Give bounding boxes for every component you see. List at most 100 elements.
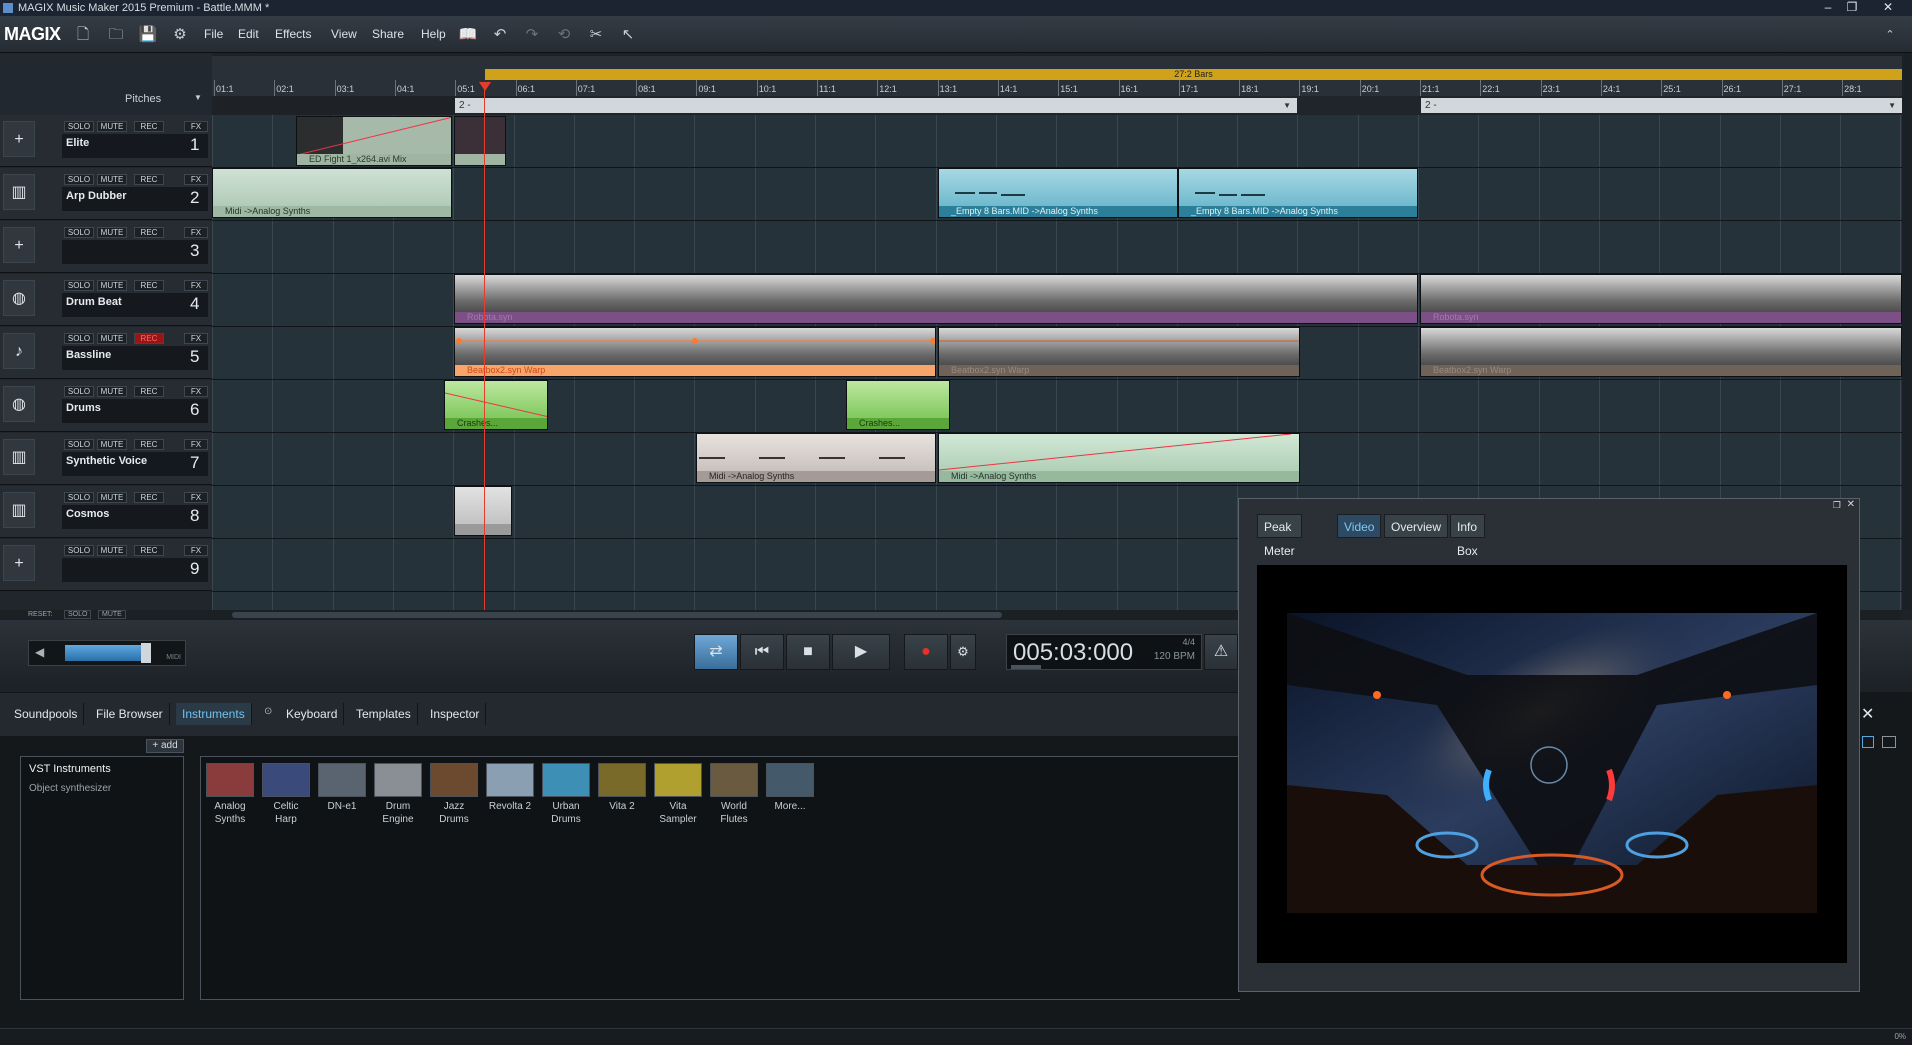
synth-icon[interactable]: ▥ bbox=[3, 174, 35, 210]
mute-button[interactable]: MUTE bbox=[97, 280, 127, 291]
pitches-dropdown[interactable]: Pitches bbox=[125, 93, 161, 105]
instrument-item[interactable]: World Flutes bbox=[709, 763, 759, 826]
audio-object[interactable]: Robota.syn bbox=[1420, 274, 1902, 324]
collapse-icon[interactable]: ⌃ bbox=[1880, 25, 1900, 45]
rec-button[interactable]: REC bbox=[134, 174, 164, 185]
midi-object[interactable]: Midi ->Analog Synths bbox=[938, 433, 1300, 483]
instrument-item[interactable]: Analog Synths bbox=[205, 763, 255, 826]
track-header[interactable]: + SOLO MUTE REC FX 3 bbox=[0, 221, 212, 273]
menu-share[interactable]: Share bbox=[372, 27, 404, 41]
minimize-icon[interactable]: – bbox=[1816, 0, 1840, 16]
plus-icon[interactable]: + bbox=[3, 545, 35, 581]
plus-icon[interactable]: + bbox=[3, 227, 35, 263]
record-button[interactable]: ● bbox=[904, 634, 948, 670]
list-view-icon[interactable] bbox=[1862, 736, 1874, 748]
solo-button[interactable]: SOLO bbox=[64, 280, 94, 291]
mute-button[interactable]: MUTE bbox=[97, 439, 127, 450]
open-folder-icon[interactable]: 🗀 bbox=[106, 25, 126, 45]
tab-info-box[interactable]: Info Box bbox=[1450, 514, 1485, 558]
book-icon[interactable]: 📖 bbox=[458, 25, 478, 45]
midi-object[interactable]: Midi ->Analog Synths bbox=[696, 433, 936, 483]
loop-button[interactable]: ⇄ bbox=[694, 634, 738, 670]
fx-button[interactable]: FX bbox=[184, 333, 208, 344]
midi-object[interactable]: _Empty 8 Bars.MID ->Analog Synths bbox=[1178, 168, 1418, 218]
record-settings-gear-icon[interactable]: ⚙ bbox=[950, 634, 976, 670]
solo-button[interactable]: SOLO bbox=[64, 492, 94, 503]
mouse-pointer-icon[interactable]: ↖ bbox=[618, 25, 638, 45]
solo-button[interactable]: SOLO bbox=[64, 227, 94, 238]
rec-button[interactable]: REC bbox=[134, 333, 164, 344]
rec-button[interactable]: REC bbox=[134, 386, 164, 397]
fx-button[interactable]: FX bbox=[184, 439, 208, 450]
tab-inspector[interactable]: Inspector bbox=[424, 703, 487, 725]
scissors-icon[interactable]: ✂ bbox=[586, 25, 606, 45]
guitar-icon[interactable]: ♪ bbox=[3, 333, 35, 369]
midi-object[interactable]: _Empty 8 Bars.MID ->Analog Synths bbox=[938, 168, 1178, 218]
track-header[interactable]: + SOLO MUTE REC FX 9 bbox=[0, 539, 212, 591]
solo-button[interactable]: SOLO bbox=[64, 174, 94, 185]
rec-button[interactable]: REC bbox=[134, 545, 164, 556]
track-header[interactable]: + SOLO MUTE REC FX Elite 1 bbox=[0, 115, 212, 167]
synth-icon[interactable]: ▥ bbox=[3, 439, 35, 475]
tab-overview[interactable]: Overview bbox=[1384, 514, 1449, 538]
fx-button[interactable]: FX bbox=[184, 174, 208, 185]
rec-button[interactable]: REC bbox=[134, 492, 164, 503]
audio-object[interactable]: Beatbox2.syn Warp bbox=[1420, 327, 1902, 377]
scene-marker[interactable]: 2 - ▼ bbox=[455, 98, 1297, 113]
instrument-item[interactable]: More... bbox=[765, 763, 815, 813]
track-name-box[interactable] bbox=[62, 240, 208, 264]
chevron-down-icon[interactable]: ▼ bbox=[1283, 98, 1291, 113]
redo-icon[interactable]: ↷ bbox=[522, 25, 542, 45]
fx-button[interactable]: FX bbox=[184, 492, 208, 503]
rec-button[interactable]: REC bbox=[134, 439, 164, 450]
fx-button[interactable]: FX bbox=[184, 227, 208, 238]
maximize-icon[interactable]: ❐ bbox=[1840, 0, 1864, 16]
menu-effects[interactable]: Effects bbox=[275, 27, 311, 41]
drums-icon[interactable]: ◍ bbox=[3, 386, 35, 422]
close-icon[interactable]: ✕ bbox=[1876, 0, 1900, 16]
play-button[interactable]: ▶ bbox=[832, 634, 890, 670]
fx-button[interactable]: FX bbox=[184, 121, 208, 132]
track-header[interactable]: ♪ SOLO MUTE REC FX Bassline 5 bbox=[0, 327, 212, 379]
rewind-to-start-button[interactable]: ⏮ bbox=[740, 634, 784, 670]
timeline-ruler[interactable]: 27:2 Bars 01:1 02:1 03:1 04:1 05:1 06:1 07:1 08… bbox=[212, 66, 1902, 96]
metronome-icon[interactable]: ⚠ bbox=[1204, 634, 1238, 670]
video-object[interactable]: ED Fight 1_x264.avi Mix bbox=[296, 116, 452, 166]
plus-icon[interactable]: + bbox=[3, 121, 35, 157]
loop-range-bar[interactable]: 27:2 Bars bbox=[485, 69, 1902, 80]
settings-gear-icon[interactable]: ⚙ bbox=[170, 25, 190, 45]
synth-icon[interactable]: ▥ bbox=[3, 492, 35, 528]
vst-instruments-item[interactable]: VST Instruments bbox=[29, 763, 111, 775]
drums-icon[interactable]: ◍ bbox=[3, 280, 35, 316]
stop-button[interactable]: ■ bbox=[786, 634, 830, 670]
tab-video[interactable]: Video bbox=[1337, 514, 1382, 538]
chevron-down-icon[interactable]: ▼ bbox=[194, 93, 202, 102]
midi-object[interactable] bbox=[454, 486, 512, 536]
mute-button[interactable]: MUTE bbox=[97, 386, 127, 397]
rec-button[interactable]: REC bbox=[134, 227, 164, 238]
scrollbar-thumb[interactable] bbox=[232, 612, 1002, 618]
track-header[interactable]: ▥ SOLO MUTE REC FX Synthetic Voice 7 bbox=[0, 433, 212, 485]
instrument-item[interactable]: Revolta 2 bbox=[485, 763, 535, 813]
tab-soundpools[interactable]: Soundpools bbox=[8, 703, 85, 725]
volume-slider-handle[interactable] bbox=[141, 643, 151, 663]
solo-button[interactable]: SOLO bbox=[64, 121, 94, 132]
object-synthesizer-item[interactable]: Object synthesizer bbox=[29, 783, 111, 794]
solo-button[interactable]: SOLO bbox=[64, 545, 94, 556]
audio-object[interactable]: Robota.syn bbox=[454, 274, 1418, 324]
new-file-icon[interactable]: 🗋 bbox=[73, 25, 93, 45]
track-name-box[interactable] bbox=[62, 558, 208, 582]
track-header[interactable]: ◍ SOLO MUTE REC FX Drum Beat 4 bbox=[0, 274, 212, 326]
instrument-item[interactable]: Jazz Drums bbox=[429, 763, 479, 826]
audio-object[interactable]: Beatbox2.syn Warp bbox=[938, 327, 1300, 377]
mute-button[interactable]: MUTE bbox=[97, 545, 127, 556]
scene-marker[interactable]: 2 - ▼ bbox=[1421, 98, 1902, 113]
close-icon[interactable]: ✕ bbox=[1847, 499, 1855, 510]
track-header[interactable]: ▥ SOLO MUTE REC FX Cosmos 8 bbox=[0, 486, 212, 538]
solo-button[interactable]: SOLO bbox=[64, 333, 94, 344]
tab-keyboard[interactable]: Keyboard bbox=[280, 703, 345, 725]
tab-instruments[interactable]: Instruments bbox=[176, 703, 252, 725]
undo-icon[interactable]: ↶ bbox=[490, 25, 510, 45]
solo-button[interactable]: SOLO bbox=[64, 439, 94, 450]
tab-templates[interactable]: Templates bbox=[350, 703, 418, 725]
